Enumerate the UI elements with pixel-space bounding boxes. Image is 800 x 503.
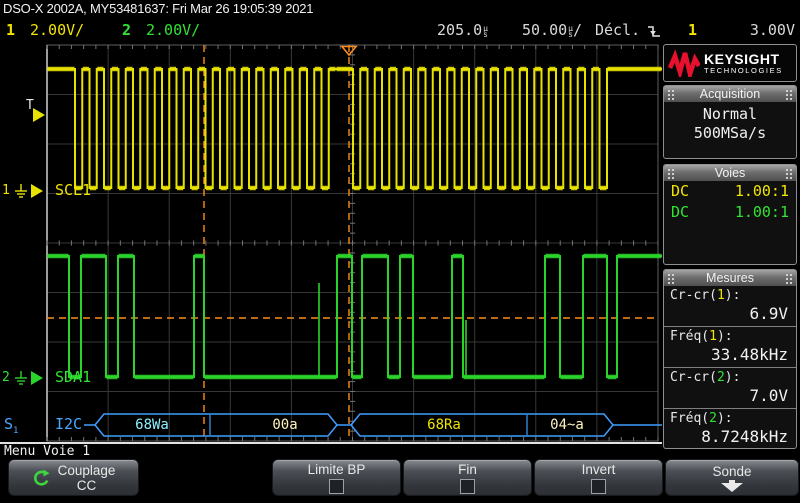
oscilloscope-screen: DSO-X 2002A, MY53481637: Fri Mar 26 19:0… bbox=[0, 0, 800, 503]
measurement-value: 7.0V bbox=[670, 385, 790, 405]
ch1-scale[interactable]: 2.00V/ bbox=[30, 21, 84, 39]
brand-subname: TECHNOLOGIES bbox=[704, 66, 783, 75]
i2c-frame-field: 68Wa bbox=[107, 417, 197, 433]
trigger-time-marker[interactable] bbox=[342, 47, 356, 56]
timebase-readout[interactable]: 50.00µs/ bbox=[500, 21, 582, 39]
graticule-frame bbox=[47, 45, 658, 441]
sidebar: KEYSIGHT TECHNOLOGIES Acquisition Normal… bbox=[663, 44, 797, 449]
acquisition-panel: Acquisition Normal 500MSa/s bbox=[663, 85, 797, 159]
trigger-source[interactable]: 1 bbox=[688, 21, 697, 39]
display-menu-divider bbox=[0, 442, 662, 444]
checkbox-unchecked bbox=[460, 479, 475, 494]
microseconds-unit: µs bbox=[483, 26, 488, 38]
channels-panel: Voies DC1.00:1 DC1.00:1 bbox=[663, 164, 797, 265]
bus-label: I2C bbox=[55, 415, 82, 433]
measurement-item: Fréq(1): 33.48kHz bbox=[664, 327, 796, 368]
ch2-ground-marker[interactable] bbox=[31, 371, 43, 385]
brand-logo: KEYSIGHT TECHNOLOGIES bbox=[663, 44, 797, 82]
acquisition-mode: Normal bbox=[664, 105, 796, 124]
measurement-item: Cr-cr(1): 6.9V bbox=[664, 286, 796, 327]
measurement-item: Cr-cr(2): 7.0V bbox=[664, 368, 796, 409]
trigger-level-marker[interactable] bbox=[33, 108, 45, 122]
grip-icon bbox=[785, 89, 793, 100]
trigger-level-label[interactable]: T bbox=[26, 98, 34, 113]
ch1-scl-fuzz bbox=[48, 69, 662, 188]
serial-slot-label: S1 bbox=[4, 415, 18, 436]
acquisition-panel-header[interactable]: Acquisition bbox=[664, 86, 796, 102]
menu-title: Menu Voie 1 bbox=[4, 444, 90, 459]
channels-panel-header[interactable]: Voies bbox=[664, 165, 796, 181]
probe-softkey[interactable]: Sonde bbox=[665, 459, 799, 496]
ch1-ground-marker[interactable] bbox=[31, 184, 43, 198]
trigger-label[interactable]: Décl. bbox=[595, 21, 640, 39]
ch1-number[interactable]: 1 bbox=[6, 21, 15, 39]
delay-readout[interactable]: 205.0µs bbox=[408, 21, 488, 39]
measurements-panel-header[interactable]: Mesures bbox=[664, 270, 796, 286]
grip-icon bbox=[785, 273, 793, 284]
cycle-icon bbox=[32, 469, 50, 487]
i2c-frame-field: 00a bbox=[240, 417, 330, 433]
sample-rate: 500MSa/s bbox=[664, 124, 796, 143]
grip-icon bbox=[785, 168, 793, 179]
down-arrow-icon bbox=[721, 480, 743, 492]
scope-display bbox=[0, 0, 662, 458]
bw-limit-softkey[interactable]: Limite BP bbox=[272, 459, 401, 496]
checkbox-unchecked bbox=[591, 479, 606, 494]
keysight-spark-icon bbox=[668, 49, 700, 77]
ch1-marker-number[interactable]: 1 bbox=[2, 183, 10, 198]
grip-icon bbox=[667, 273, 675, 284]
measurement-value: 6.9V bbox=[670, 303, 790, 323]
ch2-number[interactable]: 2 bbox=[122, 21, 131, 39]
grip-icon bbox=[667, 89, 675, 100]
invert-softkey[interactable]: Invert bbox=[534, 459, 663, 496]
measurement-value: 33.48kHz bbox=[670, 344, 790, 364]
ch2-trace-label: SDA1 bbox=[55, 368, 91, 386]
ch2-sda-trace bbox=[47, 256, 662, 377]
i2c-frame-field: 68Ra bbox=[399, 417, 489, 433]
i2c-frame-field: 04~a bbox=[522, 417, 612, 433]
grip-icon bbox=[667, 168, 675, 179]
measurement-value: 8.7248kHz bbox=[670, 426, 790, 446]
ch1-trace-label: SCL1 bbox=[55, 181, 91, 199]
window-title: DSO-X 2002A, MY53481637: Fri Mar 26 19:0… bbox=[3, 1, 313, 16]
ch2-sda-fuzz bbox=[48, 256, 662, 377]
ch2-marker-number[interactable]: 2 bbox=[2, 370, 10, 385]
checkbox-unchecked bbox=[329, 479, 344, 494]
ch2-coupling-row: DC1.00:1 bbox=[664, 202, 796, 223]
falling-edge-icon bbox=[647, 23, 661, 40]
ch1-coupling-row: DC1.00:1 bbox=[664, 181, 796, 202]
measurements-panel: Mesures Cr-cr(1): 6.9V Fréq(1): 33.48kHz… bbox=[663, 269, 797, 449]
brand-name: KEYSIGHT bbox=[704, 52, 783, 66]
ch1-scl-trace bbox=[47, 69, 662, 188]
measurement-item: Fréq(2): 8.7248kHz bbox=[664, 409, 796, 449]
trigger-level[interactable]: 3.00V bbox=[735, 21, 795, 39]
coupling-softkey[interactable]: Couplage CC bbox=[8, 459, 139, 496]
fine-softkey[interactable]: Fin bbox=[403, 459, 532, 496]
ch2-scale[interactable]: 2.00V/ bbox=[146, 21, 200, 39]
